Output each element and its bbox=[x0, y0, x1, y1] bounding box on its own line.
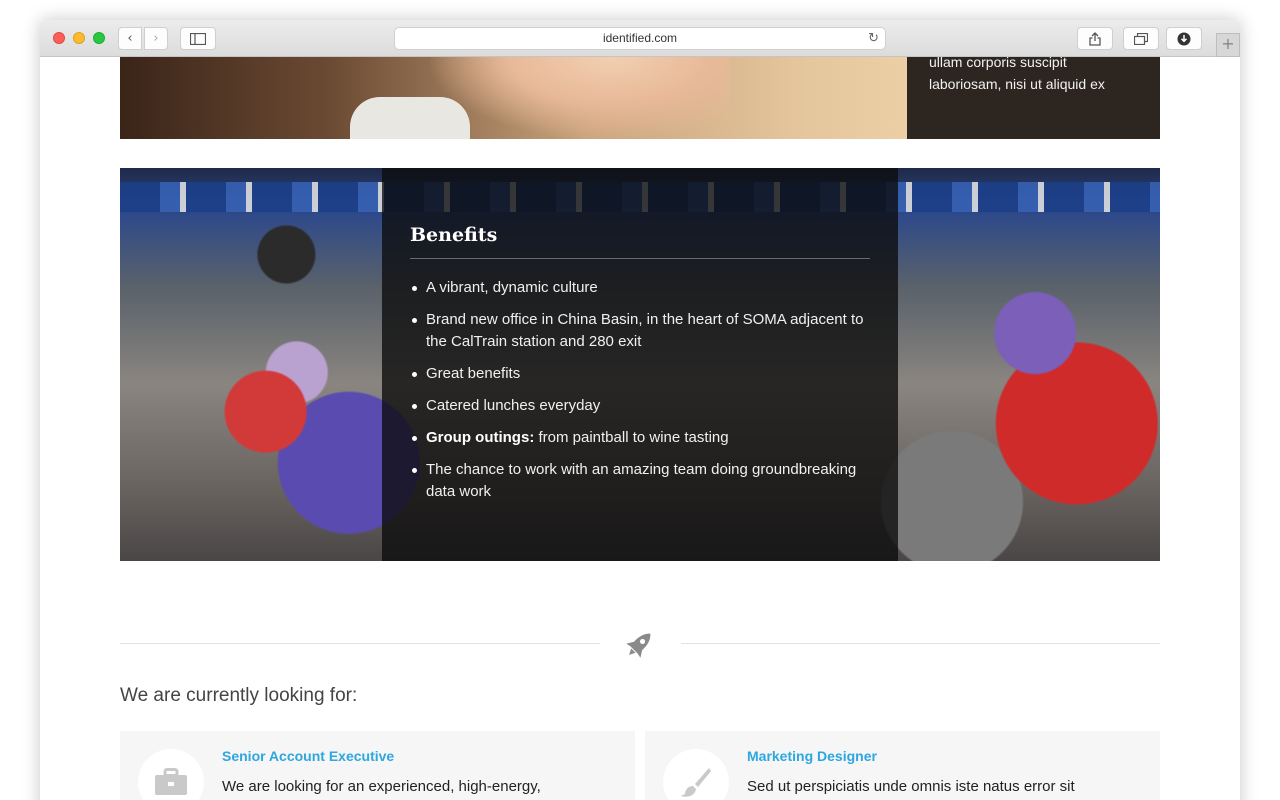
hero-photo-arm bbox=[430, 57, 730, 139]
benefit-item: Group outings: from paintball to wine ta… bbox=[410, 427, 870, 449]
benefits-title: Benefits bbox=[410, 224, 870, 259]
browser-window: ‹ › identified.com ↻ + ullam corporis su… bbox=[40, 20, 1240, 800]
benefit-item: The chance to work with an amazing team … bbox=[410, 459, 870, 503]
benefit-item: Catered lunches everyday bbox=[410, 395, 870, 417]
address-bar[interactable]: identified.com ↻ bbox=[394, 27, 886, 50]
careers-heading: We are currently looking for: bbox=[120, 685, 358, 706]
sidebar-icon bbox=[189, 32, 207, 46]
tabs-icon bbox=[1133, 32, 1149, 46]
close-window-button[interactable] bbox=[53, 32, 65, 44]
paintbrush-icon bbox=[681, 768, 711, 797]
job-description: We are looking for an experienced, high-… bbox=[222, 778, 541, 795]
rocket-icon bbox=[626, 633, 651, 658]
page-content: ullam corporis suscipit laboriosam, nisi… bbox=[40, 57, 1240, 800]
forward-button[interactable]: › bbox=[144, 27, 168, 50]
back-button[interactable]: ‹ bbox=[118, 27, 142, 50]
job-icon-badge bbox=[663, 749, 729, 800]
browser-toolbar: ‹ › identified.com ↻ + bbox=[40, 20, 1240, 57]
new-tab-button[interactable]: + bbox=[1216, 33, 1240, 57]
benefit-item: Great benefits bbox=[410, 363, 870, 385]
job-description: Sed ut perspiciatis unde omnis iste natu… bbox=[747, 778, 1075, 795]
job-title-link[interactable]: Senior Account Executive bbox=[222, 748, 394, 764]
maximize-window-button[interactable] bbox=[93, 32, 105, 44]
sidebar-toggle-button[interactable] bbox=[180, 27, 216, 50]
job-card[interactable]: Marketing Designer Sed ut perspiciatis u… bbox=[645, 731, 1160, 800]
download-icon bbox=[1177, 32, 1191, 46]
share-button[interactable] bbox=[1077, 27, 1113, 50]
hero-photo-shirt bbox=[350, 97, 470, 139]
hero-image: ullam corporis suscipit laboriosam, nisi… bbox=[120, 57, 1160, 139]
plus-icon: + bbox=[1221, 34, 1235, 53]
section-divider-left bbox=[120, 643, 600, 644]
minimize-window-button[interactable] bbox=[73, 32, 85, 44]
hero-caption-text: ullam corporis suscipit laboriosam, nisi… bbox=[929, 57, 1105, 92]
chevron-right-icon: › bbox=[153, 31, 159, 46]
section-divider-right bbox=[681, 643, 1160, 644]
chevron-left-icon: ‹ bbox=[127, 31, 133, 46]
benefit-item: A vibrant, dynamic culture bbox=[410, 277, 870, 299]
desktop-background: ‹ › identified.com ↻ + ullam corporis su… bbox=[0, 0, 1280, 800]
downloads-button[interactable] bbox=[1166, 27, 1202, 50]
briefcase-icon bbox=[155, 768, 187, 795]
share-icon bbox=[1089, 32, 1101, 46]
hero-caption: ullam corporis suscipit laboriosam, nisi… bbox=[907, 57, 1160, 139]
url-text: identified.com bbox=[602, 31, 678, 45]
job-card[interactable]: Senior Account Executive We are looking … bbox=[120, 731, 635, 800]
reload-icon[interactable]: ↻ bbox=[868, 28, 879, 49]
benefits-list: A vibrant, dynamic culture Brand new off… bbox=[410, 277, 870, 503]
benefits-panel: Benefits A vibrant, dynamic culture Bran… bbox=[382, 168, 898, 561]
benefits-section: Benefits A vibrant, dynamic culture Bran… bbox=[120, 168, 1160, 561]
job-icon-badge bbox=[138, 749, 204, 800]
job-title-link[interactable]: Marketing Designer bbox=[747, 748, 877, 764]
tab-overview-button[interactable] bbox=[1123, 27, 1159, 50]
benefit-item: Brand new office in China Basin, in the … bbox=[410, 309, 870, 353]
